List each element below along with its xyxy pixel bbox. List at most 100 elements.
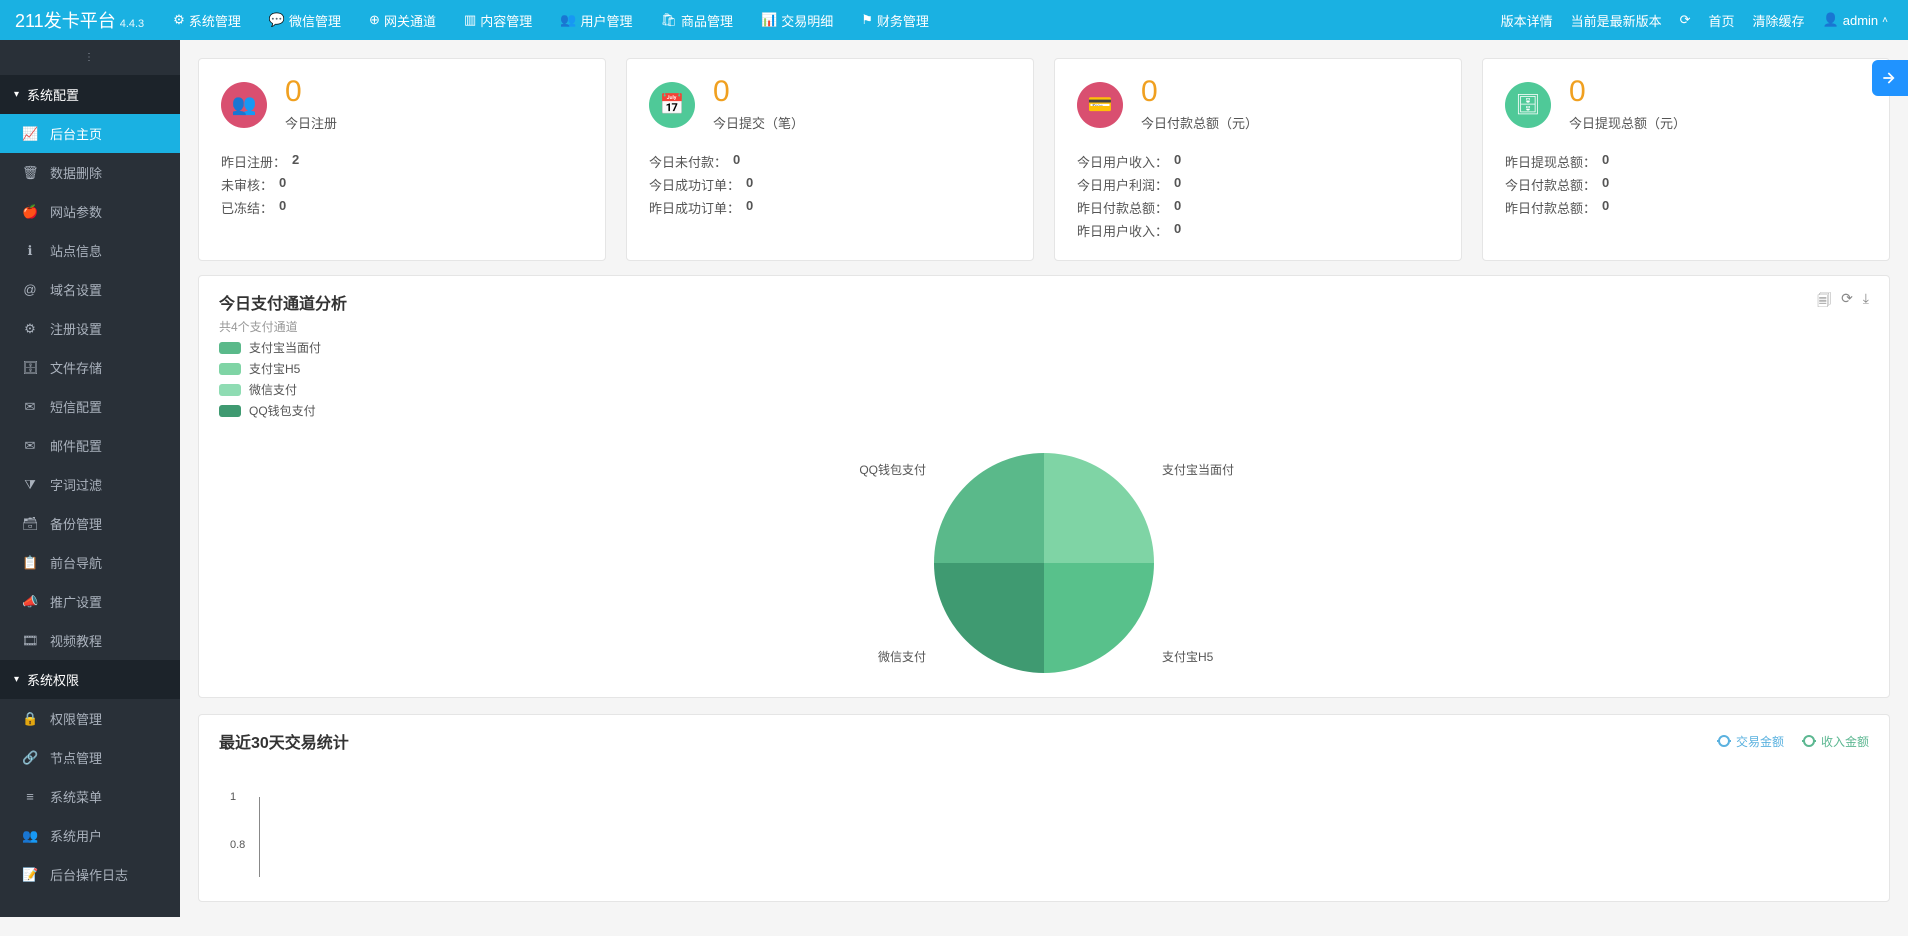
sidebar: ⋮ 系统配置 📈 后台主页 🗑数据删除🍎网站参数ℹ站点信息 @ 域名设置 ⚙注册设置🗄文件存… [0,40,180,917]
top-right: 版本详情 当前是最新版本 ⟳ 首页 清除缓存 👤 admin ˄ [1501,11,1898,30]
stat-row-value: 0 [746,198,753,217]
save-view-icon[interactable]: 🗐 [1817,290,1831,314]
latest-version-text: 当前是最新版本 [1571,11,1662,30]
sidebar-item-label: 后台主页 [50,124,102,143]
sidebar-item[interactable]: 🎞视频教程 [0,621,180,660]
stat-row-key: 今日付款总额： [1505,175,1596,194]
top-nav-item[interactable]: 💬微信管理 [255,0,355,40]
line-title: 最近30天交易统计 [219,729,349,753]
flag-icon: ⚑ [861,12,873,28]
sidebar-item-icon: 🍎 [22,204,38,220]
top-nav: ⚙系统管理💬微信管理⊕网关通道▥内容管理👥用户管理🛍商品管理📊交易明细⚑财务管理 [159,0,1500,40]
legend-item[interactable]: 支付宝H5 [219,358,347,379]
pie-label-bl: 微信支付 [878,648,926,665]
globe-icon: ⊕ [369,12,380,28]
version-detail-link[interactable]: 版本详情 [1501,11,1553,30]
sidebar-item[interactable]: 📈 后台主页 [0,114,180,153]
stat-icon: 🗄 [1505,82,1551,128]
home-link[interactable]: 首页 [1709,11,1735,30]
sidebar-item[interactable]: ⚙注册设置 [0,309,180,348]
stat-value: 0 [285,77,337,107]
top-nav-item[interactable]: 🛍商品管理 [646,0,747,40]
sidebar-item-icon: 📝 [22,867,38,883]
stat-row-key: 今日未付款： [649,152,727,171]
stat-label: 今日付款总额（元） [1141,113,1258,132]
sidebar-item[interactable]: ≡系统菜单 [0,777,180,816]
sidebar-item-icon: @ [22,282,38,297]
sidebar-group-header[interactable]: 系统配置 [0,75,180,114]
stat-row-value: 0 [1602,198,1609,217]
legend-label: 支付宝H5 [249,360,300,377]
sidebar-item-label: 视频教程 [50,631,102,650]
refresh-icon[interactable]: ⟳ [1841,290,1853,314]
sidebar-item[interactable]: 🍎网站参数 [0,192,180,231]
legend-item[interactable]: 支付宝当面付 [219,337,347,358]
sidebar-item[interactable]: 📝后台操作日志 [0,855,180,894]
stat-row-item: 未审核：0 [221,173,583,196]
top-nav-item[interactable]: ⚑财务管理 [847,0,943,40]
sidebar-item[interactable]: ℹ站点信息 [0,231,180,270]
sidebar-item-icon: 📣 [22,594,38,610]
sidebar-item-icon: 📈 [22,126,38,142]
brand-version: 4.4.3 [120,18,144,30]
stat-label: 今日提现总额（元） [1569,113,1686,132]
sidebar-item-icon: 🔒 [22,711,38,727]
top-nav-item[interactable]: 📊交易明细 [747,0,847,40]
clear-cache-link[interactable]: 清除缓存 [1753,11,1805,30]
stat-row-value: 0 [1174,152,1181,171]
legend-label: 支付宝当面付 [249,339,321,356]
stat-row-item: 今日成功订单：0 [649,173,1011,196]
line-legend: 交易金额 收入金额 [1717,733,1869,750]
line-legend-item[interactable]: 交易金额 [1717,733,1784,750]
pie-chart: QQ钱包支付 支付宝当面付 微信支付 支付宝H5 [934,453,1154,673]
sidebar-item[interactable]: 👥系统用户 [0,816,180,855]
top-nav-item[interactable]: ⊕网关通道 [355,0,450,40]
line-legend-item[interactable]: 收入金额 [1802,733,1869,750]
sidebar-item[interactable]: @ 域名设置 [0,270,180,309]
stat-list: 今日用户收入：0今日用户利润：0昨日付款总额：0昨日用户收入：0 [1077,150,1439,242]
sidebar-item[interactable]: ⧩字词过滤 [0,465,180,504]
user-icon: 👤 [1823,12,1839,28]
stat-row-key: 已冻结： [221,198,273,217]
refresh-icon[interactable]: ⟳ [1680,12,1691,28]
sidebar-item-icon: ℹ [22,243,38,259]
legend-item[interactable]: QQ钱包支付 [219,400,347,421]
sidebar-item[interactable]: ✉短信配置 [0,387,180,426]
sidebar-item[interactable]: 🗃备份管理 [0,504,180,543]
float-side-button[interactable] [1872,60,1908,96]
top-nav-item[interactable]: ▥内容管理 [450,0,546,40]
pie-legend: 支付宝当面付支付宝H5 微信支付 QQ钱包支付 [219,335,347,429]
sidebar-item[interactable]: 📣推广设置 [0,582,180,621]
stat-row-item: 今日未付款：0 [649,150,1011,173]
sidebar-item[interactable]: ✉邮件配置 [0,426,180,465]
sidebar-item-icon: ⚙ [22,321,38,337]
stat-row-item: 昨日付款总额：0 [1077,196,1439,219]
sidebar-item[interactable]: 📋前台导航 [0,543,180,582]
sidebar-item-icon: 🗃 [22,516,38,532]
panel-tools: 🗐 ⟳ ⤓ [1817,290,1869,314]
legend-item[interactable]: 微信支付 [219,379,347,400]
sidebar-group-header[interactable]: 系统权限 [0,660,180,699]
legend-swatch [219,363,241,375]
line-panel: 最近30天交易统计 交易金额收入金额 1 0.8 [198,714,1890,902]
stat-row: 👥 0 今日注册 昨日注册：2未审核：0已冻结：0 📅 0 今日提交（笔） 今日… [198,58,1890,261]
sidebar-collapse-icon[interactable]: ⋮ [0,40,180,75]
download-icon[interactable]: ⤓ [1863,290,1869,314]
sidebar-item-label: 域名设置 [50,280,102,299]
sidebar-item-icon: 👥 [22,828,38,844]
sidebar-item[interactable]: 🗄文件存储 [0,348,180,387]
user-menu[interactable]: 👤 admin ˄ [1823,12,1888,28]
sidebar-item-icon: 🔗 [22,750,38,766]
legend-label: 微信支付 [249,381,297,398]
sidebar-item[interactable]: 🔗节点管理 [0,738,180,777]
stat-row-key: 昨日提现总额： [1505,152,1596,171]
sidebar-item[interactable]: 🔒权限管理 [0,699,180,738]
sidebar-item[interactable]: 🗑数据删除 [0,153,180,192]
brand[interactable]: 211发卡平台 4.4.3 [10,7,159,33]
top-nav-item[interactable]: 👥用户管理 [546,0,646,40]
top-nav-item[interactable]: ⚙系统管理 [159,0,255,40]
legend-label: 交易金额 [1736,733,1784,750]
group-title: 系统权限 [27,670,79,689]
top-nav-label: 系统管理 [189,11,241,30]
stat-row-value: 0 [279,198,286,217]
